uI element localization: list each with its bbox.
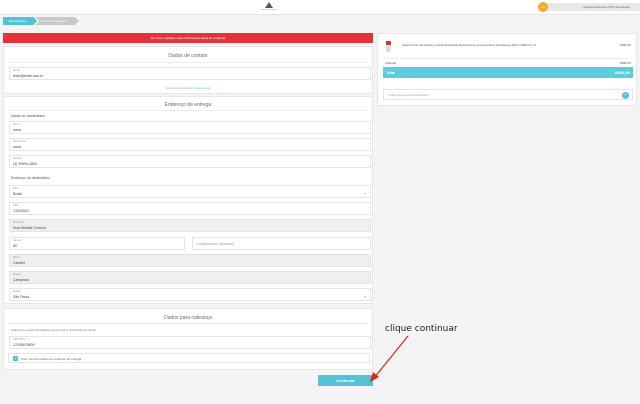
cep-label: CEP — [13, 204, 19, 207]
recipient-heading: Dados do destinatário — [11, 114, 46, 118]
number-label: Número — [13, 239, 22, 242]
order-summary: Natura Todo dia Cereja e Avelã Hidratant… — [377, 33, 637, 106]
login-link[interactable]: Iniciar sessão — [193, 86, 210, 90]
divider — [8, 110, 368, 111]
subtotal-label: Subtotal — [385, 61, 397, 65]
divider — [383, 58, 633, 59]
surname-field[interactable]: Sobrenome nana — [9, 138, 371, 151]
billing-title: Dados para cobrança — [164, 315, 212, 321]
name-label: Nome — [13, 123, 20, 126]
checkout-steps: Meus Dados Frete e Pagamento — [3, 17, 79, 25]
street-value: Rua Setúbal Dumont — [13, 226, 46, 230]
step-shipping-payment[interactable]: Frete e Pagamento — [35, 17, 79, 25]
city-field[interactable]: Cidade Campinas — [9, 271, 371, 284]
city-value: Campinas — [13, 278, 29, 282]
step-my-data[interactable]: Meus Dados — [3, 17, 37, 25]
delivery-panel: Endereço de entrega Dados do destinatári… — [3, 96, 373, 304]
logo-icon — [265, 2, 273, 8]
login-hint: Você tem uma conta? Iniciar sessão — [4, 86, 372, 90]
cpf-value: 12345678909 — [13, 343, 35, 347]
subtotal-row: Subtotal R$36,50 — [383, 60, 633, 66]
store-logo[interactable]: Natura Consultoria — [256, 2, 282, 13]
phone-value: (4) 99999-2800 — [13, 162, 37, 166]
country-select[interactable]: País Brasil ⌄ — [9, 185, 371, 198]
complement-placeholder: Complemento (opcional) — [196, 242, 235, 246]
top-bar: Natura Consultoria ☺ Vanilpra Nogueira (… — [0, 0, 640, 15]
login-hint-text: Você tem uma conta? — [165, 86, 193, 90]
divider — [8, 62, 368, 63]
district-value: Cambuí — [13, 261, 26, 265]
surname-label: Sobrenome — [13, 140, 26, 143]
continue-button[interactable]: Continuar — [318, 375, 373, 386]
chevron-down-icon: ⌄ — [363, 293, 367, 298]
email-label: E-mail — [13, 69, 21, 72]
user-name: Vanilpra Nogueira (VNX Prestação) — [583, 5, 631, 9]
email-value: teste@teste.com.br — [13, 74, 44, 78]
total-label: Total — [386, 70, 396, 75]
district-label: Bairro — [13, 256, 20, 259]
cpf-field[interactable]: CPF/CNPJ 12345678909 — [9, 336, 371, 349]
name-field[interactable]: Nome nana — [9, 121, 371, 134]
divider — [8, 323, 368, 324]
state-value: São Paulo — [13, 295, 30, 299]
product-price: R$36,50 — [619, 43, 631, 47]
total-value: R$36,50 — [614, 70, 630, 75]
cpf-label: CPF/CNPJ — [13, 338, 26, 341]
same-address-checkbox-row[interactable]: ✓ Usar mesmos dados do endereço de entre… — [8, 353, 370, 363]
chevron-down-icon: ⌄ — [363, 190, 367, 195]
product-name: Natura Todo dia Cereja e Avelã Hidratant… — [402, 43, 537, 47]
coupon-submit-button[interactable]: › — [622, 92, 629, 99]
same-address-label: Usar mesmos dados do endereço de entrega — [21, 357, 82, 361]
address-heading: Endereço do destinatário — [11, 176, 50, 180]
city-label: Cidade — [13, 273, 21, 276]
logo-text: Natura Consultoria — [260, 9, 278, 11]
checkbox-checked-icon[interactable]: ✓ — [13, 356, 18, 361]
user-avatar-icon: ☺ — [538, 2, 548, 12]
surname-value: nana — [13, 145, 21, 149]
cep-value: 13020020 — [13, 209, 29, 213]
contact-panel: Dados de contato E-mail teste@teste.com.… — [3, 46, 373, 94]
annotation-text: clique continuar — [385, 324, 458, 334]
complement-field[interactable]: Complemento (opcional) — [192, 237, 371, 250]
coupon-field[interactable]: Código de cupom de desconto › — [383, 89, 633, 100]
street-label: Endereço — [13, 221, 24, 224]
country-value: Brasil — [13, 192, 22, 196]
cep-field[interactable]: CEP 13020020 — [9, 202, 371, 215]
number-field[interactable]: Número 80 — [9, 237, 185, 250]
coupon-placeholder: Código de cupom de desconto — [388, 93, 429, 97]
total-row: Total R$36,50 — [383, 67, 633, 78]
error-alert: Por favor, verifique suas informações an… — [3, 33, 373, 43]
phone-field[interactable]: Telefone (4) 99999-2800 — [9, 155, 371, 168]
number-value: 80 — [13, 244, 17, 248]
street-field[interactable]: Endereço Rua Setúbal Dumont — [9, 219, 371, 232]
subtotal-value: R$36,50 — [619, 61, 631, 65]
user-menu[interactable]: ☺ Vanilpra Nogueira (VNX Prestação) — [538, 2, 640, 12]
billing-note: Usaremos essas informações para emitir a… — [11, 328, 97, 332]
state-select[interactable]: Estado São Paulo ⌄ — [9, 288, 371, 301]
delivery-title: Endereço de entrega — [164, 102, 212, 108]
phone-label: Telefone — [13, 157, 23, 160]
annotation-arrow-icon — [370, 335, 409, 382]
contact-title: Dados de contato — [168, 53, 208, 59]
state-label: Estado — [13, 290, 21, 293]
country-label: País — [13, 187, 19, 190]
product-thumbnail — [386, 41, 391, 52]
district-field[interactable]: Bairro Cambuí — [9, 254, 371, 267]
name-value: nana — [13, 128, 21, 132]
email-field[interactable]: E-mail teste@teste.com.br — [9, 67, 371, 80]
